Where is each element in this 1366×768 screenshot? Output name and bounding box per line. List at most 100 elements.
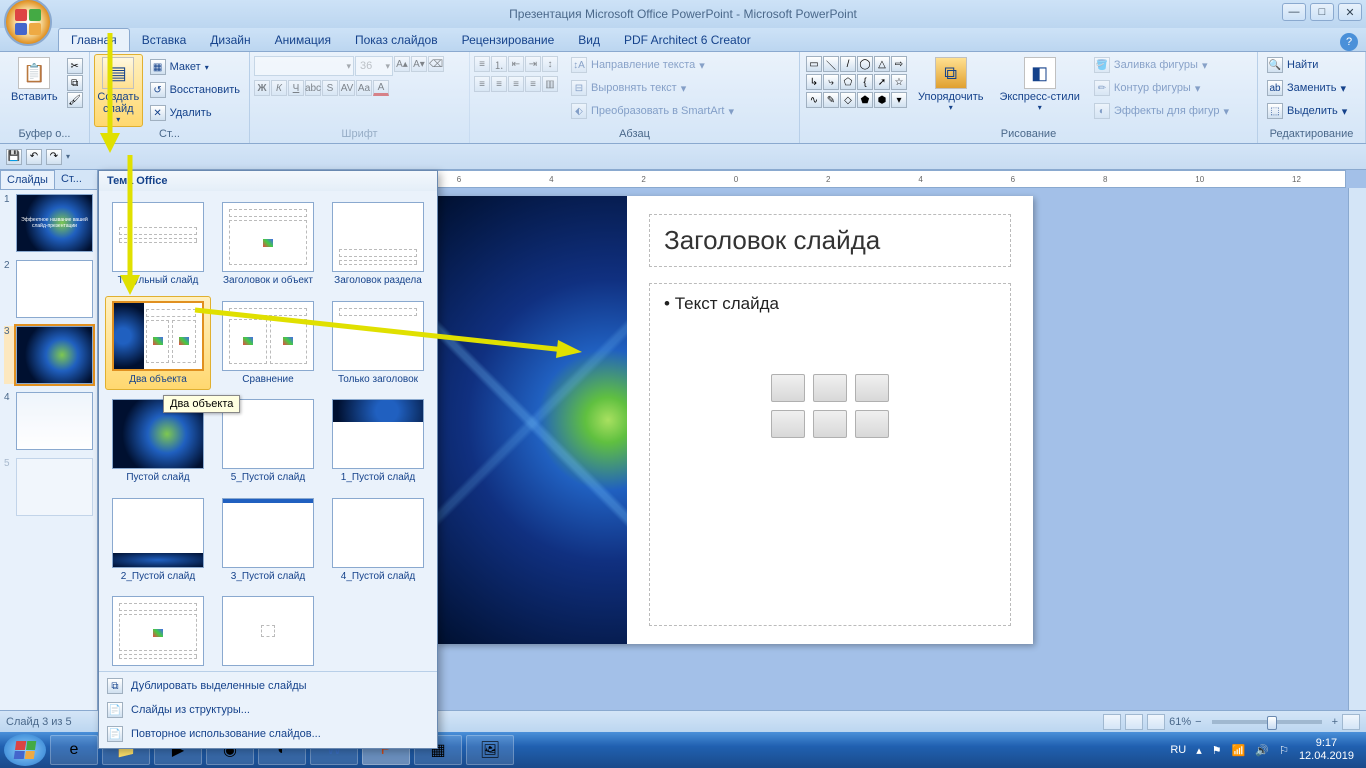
tab-view[interactable]: Вид <box>566 29 612 51</box>
layout-item[interactable]: 4_Пустой слайд <box>325 493 431 588</box>
font-family-combo[interactable] <box>254 56 354 76</box>
shadow-icon[interactable]: S <box>322 80 338 96</box>
indent-icon[interactable]: ⇥ <box>525 56 541 72</box>
select-button[interactable]: ⬚Выделить ▾ <box>1262 100 1352 122</box>
align-left-icon[interactable]: ≡ <box>474 76 490 92</box>
justify-icon[interactable]: ≡ <box>525 76 541 92</box>
shape-free-icon[interactable]: ✎ <box>823 92 839 108</box>
tab-animation[interactable]: Анимация <box>263 29 343 51</box>
tab-review[interactable]: Рецензирование <box>450 29 567 51</box>
align-text-button[interactable]: ⊟Выровнять текст ▾ <box>566 77 739 99</box>
copy-icon[interactable]: ⧉ <box>67 75 83 91</box>
tab-insert[interactable]: Вставка <box>130 29 199 51</box>
shape-effects-button[interactable]: ◐Эффекты для фигур ▾ <box>1089 100 1234 122</box>
layout-item[interactable] <box>105 591 211 671</box>
tray-volume-icon[interactable]: 🔊 <box>1255 744 1269 757</box>
align-center-icon[interactable]: ≡ <box>491 76 507 92</box>
zoom-out-button[interactable]: − <box>1195 716 1201 728</box>
bold-icon[interactable]: Ж <box>254 80 270 96</box>
slide-thumb[interactable]: 4 <box>4 392 93 450</box>
tab-slideshow[interactable]: Показ слайдов <box>343 29 450 51</box>
redo-icon[interactable]: ↷ <box>46 149 62 165</box>
slideshow-view-button[interactable] <box>1147 714 1165 730</box>
shape-fill-button[interactable]: 🪣Заливка фигуры ▾ <box>1089 54 1234 76</box>
layout-item[interactable]: Сравнение <box>215 296 321 391</box>
arrange-button[interactable]: ⧉Упорядочить▾ <box>911 54 990 115</box>
help-button[interactable]: ? <box>1340 33 1358 51</box>
insert-picture-icon[interactable] <box>771 410 805 438</box>
shape-more3-icon[interactable]: ⬢ <box>874 92 890 108</box>
underline-icon[interactable]: Ч <box>288 80 304 96</box>
shape-more1-icon[interactable]: ◇ <box>840 92 856 108</box>
tab-home[interactable]: Главная <box>58 28 130 51</box>
shape-rect-icon[interactable]: ▭ <box>806 56 822 72</box>
align-right-icon[interactable]: ≡ <box>508 76 524 92</box>
layout-item[interactable]: Только заголовок <box>325 296 431 391</box>
tab-pdf[interactable]: PDF Architect 6 Creator <box>612 29 763 51</box>
insert-chart-icon[interactable] <box>813 374 847 402</box>
shape-star-icon[interactable]: ⬠ <box>840 74 856 90</box>
slide-thumb[interactable]: 3 <box>4 326 93 384</box>
insert-smartart-icon[interactable] <box>855 374 889 402</box>
shape-line-icon[interactable]: ＼ <box>823 56 839 72</box>
format-painter-icon[interactable]: 🖌 <box>67 92 83 108</box>
shape-callout-icon[interactable]: ☆ <box>891 74 907 90</box>
shape-curve-icon[interactable]: ∿ <box>806 92 822 108</box>
layout-item[interactable]: Титульный слайд <box>105 197 211 292</box>
find-button[interactable]: 🔍Найти <box>1262 54 1352 76</box>
layout-item[interactable] <box>215 591 321 671</box>
tray-flag-icon[interactable]: ⚑ <box>1212 744 1222 757</box>
zoom-slider[interactable] <box>1212 720 1322 724</box>
zoom-in-button[interactable]: + <box>1332 716 1338 728</box>
case-icon[interactable]: Aa <box>356 80 372 96</box>
shape-outline-button[interactable]: ✏Контур фигуры ▾ <box>1089 77 1234 99</box>
tray-network-icon[interactable]: 📶 <box>1232 744 1246 757</box>
layout-button[interactable]: ▦Макет ▾ <box>145 56 245 78</box>
tab-slides[interactable]: Слайды <box>0 170 55 189</box>
shape-brace-icon[interactable]: { <box>857 74 873 90</box>
new-slide-button[interactable]: ▤ Создать слайд ▾ <box>94 54 143 127</box>
layout-item[interactable]: Заголовок раздела <box>325 197 431 292</box>
insert-media-icon[interactable] <box>855 410 889 438</box>
shape-arrow-icon[interactable]: ⇨ <box>891 56 907 72</box>
slide-thumb[interactable]: 1Эффектное название вашей слайд-презента… <box>4 194 93 252</box>
numbering-icon[interactable]: ⒈ <box>491 56 507 72</box>
content-placeholder[interactable]: Текст слайда <box>649 283 1011 626</box>
shrink-font-icon[interactable]: A▾ <box>411 56 427 72</box>
outdent-icon[interactable]: ⇤ <box>508 56 524 72</box>
strike-icon[interactable]: abc <box>305 80 321 96</box>
taskbar-ie[interactable]: e <box>50 735 98 765</box>
duplicate-slides-item[interactable]: ⧉Дублировать выделенные слайды <box>99 674 437 698</box>
tray-action-icon[interactable]: ⚐ <box>1279 744 1289 757</box>
tray-clock[interactable]: 9:17 12.04.2019 <box>1299 737 1354 763</box>
fit-button[interactable] <box>1342 714 1360 730</box>
maximize-button[interactable]: □ <box>1310 3 1334 21</box>
layout-item[interactable]: Заголовок и объект <box>215 197 321 292</box>
title-placeholder[interactable]: Заголовок слайда <box>649 214 1011 267</box>
office-button[interactable] <box>4 0 52 46</box>
shape-oval-icon[interactable]: ◯ <box>857 56 873 72</box>
tray-lang[interactable]: RU <box>1170 744 1186 756</box>
taskbar-pictures[interactable]: 🖼 <box>466 735 514 765</box>
normal-view-button[interactable] <box>1103 714 1121 730</box>
insert-clipart-icon[interactable] <box>813 410 847 438</box>
slide-thumb[interactable]: 5 <box>4 458 93 516</box>
reuse-slides-item[interactable]: 📄Повторное использование слайдов... <box>99 722 437 746</box>
insert-table-icon[interactable] <box>771 374 805 402</box>
delete-button[interactable]: ✕Удалить <box>145 102 245 124</box>
smartart-button[interactable]: ⬖Преобразовать в SmartArt ▾ <box>566 100 739 122</box>
reset-button[interactable]: ↺Восстановить <box>145 79 245 101</box>
undo-icon[interactable]: ↶ <box>26 149 42 165</box>
paste-button[interactable]: 📋 Вставить <box>4 54 65 106</box>
tab-design[interactable]: Дизайн <box>198 29 262 51</box>
shapes-more-icon[interactable]: ▾ <box>891 92 907 108</box>
shape-line2-icon[interactable]: / <box>840 56 856 72</box>
font-color-icon[interactable]: A <box>373 80 389 96</box>
layout-item[interactable]: 2_Пустой слайд <box>105 493 211 588</box>
close-button[interactable]: ✕ <box>1338 3 1362 21</box>
shape-more2-icon[interactable]: ⬟ <box>857 92 873 108</box>
linespacing-icon[interactable]: ↕ <box>542 56 558 72</box>
tab-outline[interactable]: Ст... <box>55 170 88 189</box>
quick-styles-button[interactable]: ◧Экспресс-стили▾ <box>992 54 1086 115</box>
shape-conn1-icon[interactable]: ↳ <box>806 74 822 90</box>
